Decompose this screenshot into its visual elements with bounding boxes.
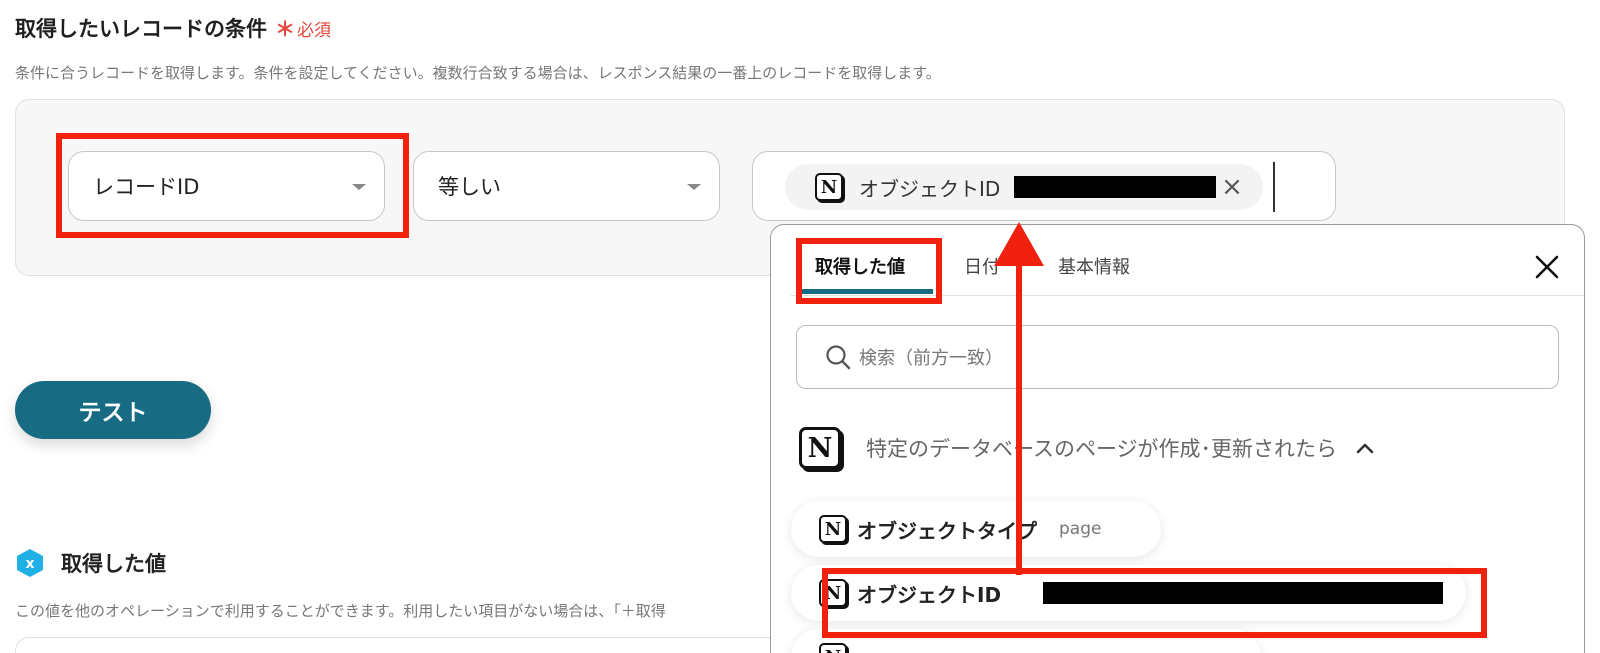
annotation-arrow xyxy=(994,222,1044,575)
